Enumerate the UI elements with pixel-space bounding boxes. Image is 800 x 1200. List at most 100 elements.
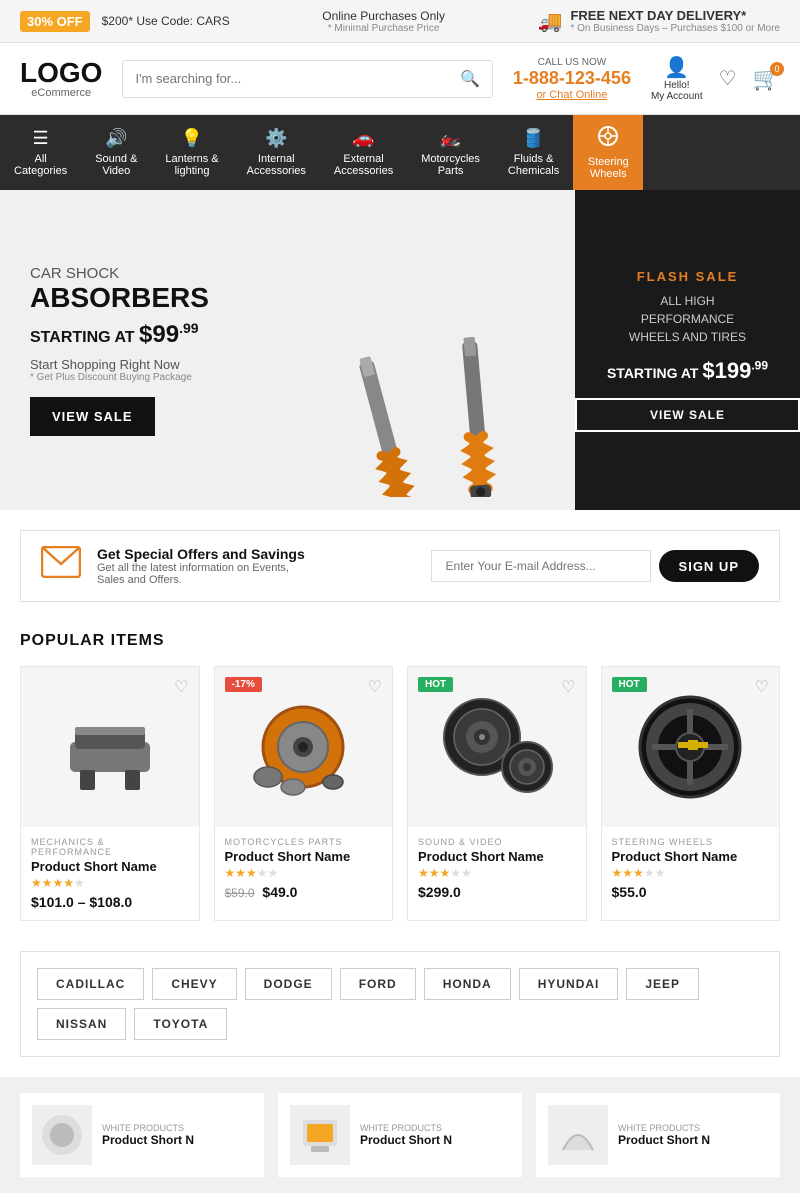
product-info-0: MECHANICS & PERFORMANCE Product Short Na… (21, 827, 199, 920)
online-label: Online Purchases Only (322, 9, 445, 23)
cart-button[interactable]: 🛒 0 (753, 66, 780, 92)
steering-icon (597, 125, 619, 152)
product-price-0: $101.0 – $108.0 (31, 894, 189, 910)
mail-icon (41, 545, 81, 587)
newsletter-text: Get Special Offers and Savings Get all t… (97, 546, 305, 586)
nav-label-fluids: Fluids &Chemicals (508, 153, 559, 177)
nav-label-all: AllCategories (14, 153, 67, 177)
product-info-1: MOTORCYCLES PARTS Product Short Name ★★★… (215, 827, 393, 910)
brand-hyundai[interactable]: HYUNDAI (519, 968, 619, 1000)
product-card-2[interactable]: HOT SOUND & VIDEO Produc (407, 666, 587, 921)
product-name-3: Product Short Name (612, 849, 770, 864)
bottom-product-2[interactable]: WHITE PRODUCTS Product Short N (536, 1093, 780, 1177)
logo[interactable]: LOGO eCommerce (20, 59, 102, 99)
newsletter-section: Get Special Offers and Savings Get all t… (20, 530, 780, 602)
wishlist-btn-3[interactable]: ♡ (755, 677, 769, 697)
brand-honda[interactable]: HONDA (424, 968, 511, 1000)
email-input[interactable] (431, 550, 651, 582)
product-name-2: Product Short Name (418, 849, 576, 864)
product-badge-2: HOT (418, 677, 453, 692)
nav-motorcycles[interactable]: 🏍️ MotorcyclesParts (407, 115, 494, 190)
hero-right: FLASH SALE ALL HIGHPERFORMANCEWHEELS AND… (575, 190, 800, 510)
product-info-3: STEERING WHEELS Product Short Name ★★★★★… (602, 827, 780, 910)
my-account-button[interactable]: 👤 Hello! My Account (651, 55, 703, 102)
search-button[interactable]: 🔍 (448, 69, 492, 89)
brands-section: CADILLAC CHEVY DODGE FORD HONDA HYUNDAI … (20, 951, 780, 1057)
product-card-1[interactable]: -17% MOTORCYCLES PARTS Product Short Nam… (214, 666, 394, 921)
nav-steering-wheels[interactable]: SteeringWheels (573, 115, 643, 190)
brand-ford[interactable]: FORD (340, 968, 416, 1000)
brand-nissan[interactable]: NISSAN (37, 1008, 126, 1040)
flash-price: STARTING AT $199.99 (607, 358, 768, 384)
sound-icon: 🔊 (105, 128, 127, 149)
wp-name-0: Product Short N (102, 1133, 194, 1147)
external-icon: 🚗 (352, 128, 374, 149)
product-card-0[interactable]: MECHANICS & PERFORMANCE Product Short Na… (20, 666, 200, 921)
product-badge-1: -17% (225, 677, 262, 692)
nav-label-steering: SteeringWheels (588, 156, 629, 180)
signup-button[interactable]: SIGN UP (659, 550, 759, 582)
search-input[interactable] (123, 71, 447, 86)
newsletter-subtext: Get all the latest information on Events… (97, 562, 305, 586)
newsletter-form[interactable]: SIGN UP (321, 550, 759, 582)
hero-view-sale-button[interactable]: VIEW SALE (30, 397, 155, 436)
phone-number[interactable]: 1-888-123-456 (513, 68, 631, 89)
hero-left: CAR SHOCK ABSORBERS STARTING AT $99.99 S… (0, 190, 575, 510)
product-info-2: SOUND & VIDEO Product Short Name ★★★★★ $… (408, 827, 586, 910)
wp-label-0: WHITE PRODUCTS (102, 1123, 194, 1133)
main-nav: ☰ AllCategories 🔊 Sound &Video 💡 Lantern… (0, 115, 800, 190)
wishlist-btn-1[interactable]: ♡ (368, 677, 382, 697)
newsletter-heading: Get Special Offers and Savings (97, 546, 305, 562)
wp-name-2: Product Short N (618, 1133, 710, 1147)
motorcycle-icon: 🏍️ (439, 128, 461, 149)
fluids-icon: 🛢️ (522, 128, 544, 149)
product-price-2: $299.0 (418, 884, 576, 900)
logo-text: LOGO (20, 59, 102, 87)
products-grid: MECHANICS & PERFORMANCE Product Short Na… (20, 666, 780, 921)
nav-external-acc[interactable]: 🚗 ExternalAccessories (320, 115, 407, 190)
promo-code-text: $200* Use Code: CARS (102, 14, 230, 28)
brand-cadillac[interactable]: CADILLAC (37, 968, 144, 1000)
brand-chevy[interactable]: CHEVY (152, 968, 236, 1000)
wishlist-btn-0[interactable]: ♡ (174, 677, 188, 697)
hero-product-image (315, 327, 555, 500)
wishlist-button[interactable]: ♡ (719, 66, 737, 91)
wp-label-1: WHITE PRODUCTS (360, 1123, 452, 1133)
product-card-3[interactable]: HOT STEERING WHEELS Prod (601, 666, 781, 921)
wishlist-btn-2[interactable]: ♡ (561, 677, 575, 697)
brand-jeep[interactable]: JEEP (626, 968, 699, 1000)
nav-lanterns[interactable]: 💡 Lanterns &lighting (151, 115, 232, 190)
bottom-product-1[interactable]: WHITE PRODUCTS Product Short N (278, 1093, 522, 1177)
nav-all-categories[interactable]: ☰ AllCategories (0, 115, 81, 190)
brand-toyota[interactable]: TOYOTA (134, 1008, 227, 1040)
nav-label-external: ExternalAccessories (334, 153, 393, 177)
nav-fluids[interactable]: 🛢️ Fluids &Chemicals (494, 115, 573, 190)
bottom-products-section: WHITE PRODUCTS Product Short N WHITE PRO… (0, 1077, 800, 1193)
nav-internal-acc[interactable]: ⚙️ InternalAccessories (233, 115, 320, 190)
product-stars-1: ★★★★★ (225, 866, 383, 880)
product-stars-2: ★★★★★ (418, 866, 576, 880)
product-name-0: Product Short Name (31, 859, 189, 874)
bottom-product-img-1 (290, 1105, 350, 1165)
nav-sound-video[interactable]: 🔊 Sound &Video (81, 115, 151, 190)
flash-view-sale-button[interactable]: VIEW SALE (575, 398, 800, 432)
popular-items-section: POPULAR ITEMS MECHANICS & PERFORMANCE Pr… (0, 622, 800, 941)
bottom-product-img-0 (32, 1105, 92, 1165)
chat-link[interactable]: or Chat Online (513, 89, 631, 101)
bottom-product-0[interactable]: WHITE PRODUCTS Product Short N (20, 1093, 264, 1177)
logo-sub: eCommerce (20, 87, 102, 99)
cart-badge: 0 (770, 62, 784, 76)
product-category-0: MECHANICS & PERFORMANCE (31, 837, 189, 857)
wp-label-2: WHITE PRODUCTS (618, 1123, 710, 1133)
search-bar[interactable]: 🔍 (122, 60, 492, 98)
header-icons: 👤 Hello! My Account ♡ 🛒 0 (651, 55, 780, 102)
bottom-product-info-1: WHITE PRODUCTS Product Short N (360, 1123, 452, 1147)
brand-dodge[interactable]: DODGE (245, 968, 332, 1000)
hero-title: ABSORBERS (30, 282, 545, 314)
bottom-product-info-0: WHITE PRODUCTS Product Short N (102, 1123, 194, 1147)
nav-label-sound: Sound &Video (95, 153, 137, 177)
brands-grid: CADILLAC CHEVY DODGE FORD HONDA HYUNDAI … (20, 951, 780, 1057)
hero-subtitle: CAR SHOCK (30, 265, 545, 282)
person-icon: 👤 (664, 55, 689, 80)
call-label: CALL US NOW (513, 57, 631, 68)
